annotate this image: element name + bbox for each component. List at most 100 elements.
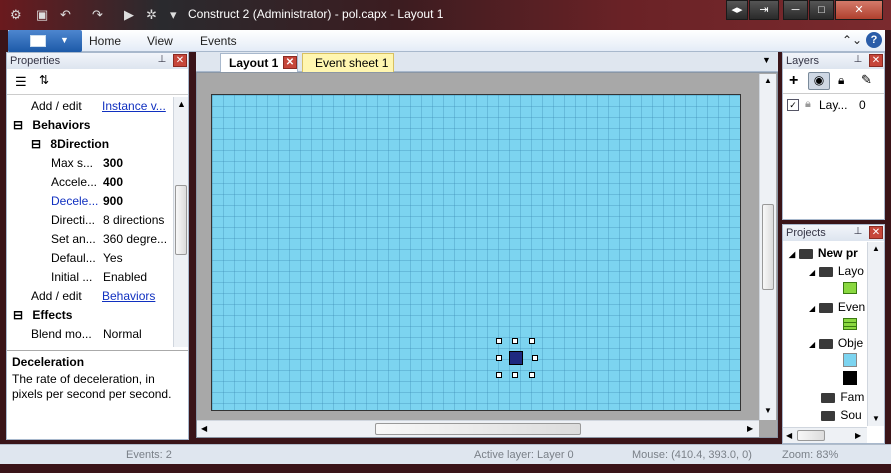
close-layers-button[interactable]: ✕	[869, 54, 883, 67]
fullscreen-button[interactable]: ◂▸	[726, 0, 748, 20]
close-properties-button[interactable]: ✕	[173, 54, 187, 67]
tree-item-object-types[interactable]: ◢ Obje	[809, 334, 863, 352]
scroll-up-icon[interactable]: ▲	[177, 99, 186, 109]
layers-header: Layers ⊥ ✕	[783, 53, 884, 69]
sort-alpha-icon[interactable]: ⇅	[39, 73, 49, 87]
categorized-icon[interactable]: ☰	[15, 74, 27, 90]
scroll-left-icon[interactable]: ◀	[201, 424, 207, 433]
tiled-background-item-icon[interactable]	[843, 353, 857, 367]
expand-arrow-icon[interactable]: ◢	[809, 340, 815, 349]
resize-handle[interactable]	[532, 355, 538, 361]
properties-header: Properties ⊥ ✕	[7, 53, 188, 69]
gear-icon[interactable]: ⚙	[10, 7, 22, 23]
resize-handle[interactable]	[529, 372, 535, 378]
prop-blend-mode[interactable]: Blend mo... Normal ▼	[31, 325, 190, 344]
section-effects[interactable]: ⊟ Effects	[13, 306, 72, 325]
pin-icon[interactable]: ⊥	[155, 54, 169, 67]
tree-item-layouts[interactable]: ◢ Layo	[809, 262, 864, 280]
section-8direction[interactable]: ⊟ 8Direction	[31, 135, 109, 154]
tree-item-families[interactable]: Fam	[821, 388, 864, 406]
prop-set-angle[interactable]: Set an... 360 degre...	[51, 230, 167, 249]
scroll-thumb[interactable]	[175, 185, 187, 255]
description-title: Deceleration	[12, 355, 85, 369]
prop-acceleration[interactable]: Accele... 400	[51, 173, 123, 192]
layout-item-icon[interactable]	[843, 282, 857, 294]
prop-max-speed[interactable]: Max s... 300	[51, 154, 123, 173]
event-sheet-item-icon[interactable]	[843, 318, 857, 330]
redo-icon[interactable]: ↷	[92, 7, 103, 23]
status-mouse: Mouse: (410.4, 393.0, 0)	[632, 449, 752, 461]
app-menu-button[interactable]: ▼	[8, 30, 82, 52]
sprite-item-icon[interactable]	[843, 371, 857, 385]
maximize-button[interactable]: □	[809, 0, 834, 20]
resize-handle[interactable]	[529, 338, 535, 344]
undo-icon[interactable]: ↶	[60, 7, 71, 23]
properties-scrollbar[interactable]: ▲	[173, 97, 188, 347]
tab-events[interactable]: Events	[200, 34, 237, 48]
customize-dropdown-icon[interactable]: ▾	[170, 7, 177, 23]
folder-icon	[818, 338, 833, 349]
sprite-object[interactable]	[509, 351, 523, 365]
scroll-right-icon[interactable]: ▶	[747, 424, 753, 433]
visibility-checkbox[interactable]: ✓	[787, 99, 799, 111]
ribbon-collapse-icon[interactable]: ⌃⌄	[842, 33, 862, 47]
help-icon[interactable]: ?	[866, 32, 882, 48]
tree-item-sounds[interactable]: Sou	[821, 406, 862, 424]
prop-deceleration[interactable]: Decele... 900	[51, 192, 123, 211]
restore-layout-button[interactable]: ⇥	[749, 0, 779, 20]
expand-arrow-icon[interactable]: ◢	[789, 250, 795, 259]
projects-horizontal-scrollbar[interactable]: ◀ ▶	[783, 427, 867, 443]
save-icon[interactable]: ▣	[36, 7, 48, 23]
pencil-icon[interactable]: ✎	[861, 72, 872, 88]
prop-directions[interactable]: Directi... 8 directions	[51, 211, 164, 230]
layers-toolbar: + ◉ 🔒︎ ✎	[783, 70, 884, 94]
section-behaviors[interactable]: ⊟ Behaviors	[13, 116, 90, 135]
scroll-right-icon[interactable]: ▶	[855, 431, 861, 440]
scroll-thumb[interactable]	[797, 430, 825, 441]
scroll-up-icon[interactable]: ▲	[764, 76, 772, 85]
prop-add-edit-behaviors: Add / edit Behaviors	[31, 287, 155, 306]
close-projects-button[interactable]: ✕	[869, 226, 883, 239]
eye-icon[interactable]: ◉	[808, 72, 830, 90]
minimize-button[interactable]: ─	[783, 0, 808, 20]
tab-event-sheet-1[interactable]: Event sheet 1	[302, 53, 394, 72]
tab-layout-1[interactable]: Layout 1 ✕	[220, 53, 298, 72]
tab-list-chevron-icon[interactable]: ▼	[762, 55, 771, 65]
tab-view[interactable]: View	[147, 34, 173, 48]
scroll-thumb[interactable]	[762, 204, 774, 290]
prop-initial-state[interactable]: Initial ... Enabled	[51, 268, 147, 287]
layout-horizontal-scrollbar[interactable]: ◀ ▶	[197, 420, 759, 437]
resize-handle[interactable]	[496, 338, 502, 344]
scroll-left-icon[interactable]: ◀	[786, 431, 792, 440]
lock-icon[interactable]: 🔒︎	[805, 98, 811, 111]
scroll-down-icon[interactable]: ▼	[764, 406, 772, 415]
lock-icon[interactable]: 🔒︎	[838, 73, 844, 88]
expand-arrow-icon[interactable]: ◢	[809, 268, 815, 277]
prop-default-controls[interactable]: Defaul... Yes	[51, 249, 123, 268]
resize-handle[interactable]	[512, 338, 518, 344]
scroll-down-icon[interactable]: ▼	[872, 414, 880, 423]
folder-icon	[818, 302, 833, 313]
close-button[interactable]: ✕	[835, 0, 883, 20]
instance-variables-link[interactable]: Instance v...	[102, 97, 166, 116]
scroll-thumb[interactable]	[375, 423, 581, 435]
run-layout-icon[interactable]: ▶	[124, 7, 134, 23]
layer-row[interactable]: ✓ 🔒︎ Lay... 0	[787, 98, 882, 114]
tab-home[interactable]: Home	[89, 34, 121, 48]
behaviors-link[interactable]: Behaviors	[102, 287, 155, 306]
layout-vertical-scrollbar[interactable]: ▲ ▼	[759, 74, 776, 420]
pin-icon[interactable]: ⊥	[851, 54, 865, 67]
expand-arrow-icon[interactable]: ◢	[809, 304, 815, 313]
resize-handle[interactable]	[496, 355, 502, 361]
pin-icon[interactable]: ⊥	[851, 226, 865, 239]
tree-item-event-sheets[interactable]: ◢ Even	[809, 298, 865, 316]
resize-handle[interactable]	[512, 372, 518, 378]
layout-canvas[interactable]	[211, 94, 741, 411]
debug-icon[interactable]: ✲	[146, 7, 157, 23]
add-layer-icon[interactable]: +	[789, 72, 798, 90]
tree-item-project[interactable]: ◢ New pr	[789, 244, 858, 262]
resize-handle[interactable]	[496, 372, 502, 378]
close-layout-tab-button[interactable]: ✕	[283, 56, 297, 69]
scroll-up-icon[interactable]: ▲	[872, 244, 880, 253]
projects-scrollbar[interactable]: ▲ ▼	[867, 242, 884, 426]
